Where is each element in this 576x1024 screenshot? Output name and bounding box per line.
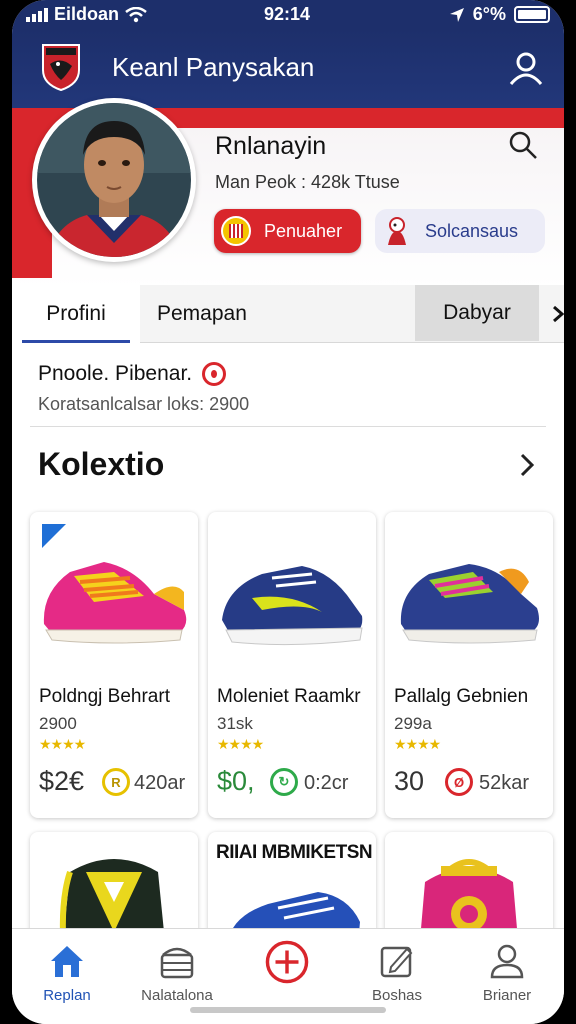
app-header: Keanl Panysakan <box>12 30 564 108</box>
product-name: Poldngj Behrart <box>39 686 170 707</box>
nav-label: Replan <box>43 987 91 1004</box>
nav-item-profile[interactable]: Brianer <box>452 929 562 1024</box>
location-icon <box>449 7 464 22</box>
tab-profile[interactable]: Profini <box>12 285 140 343</box>
club-pill-label: Solcansaus <box>425 220 519 241</box>
rating-stars: ★★★★ <box>217 736 264 752</box>
user-icon[interactable] <box>508 50 544 86</box>
product-name: Pallalg Gebnien <box>394 686 529 707</box>
product-sub: 2900 <box>39 714 77 733</box>
team-crest-icon <box>221 216 251 246</box>
player-photo <box>37 103 191 257</box>
team-pill-button[interactable]: Penuaher <box>214 209 361 253</box>
product-sub: 299a <box>394 714 432 733</box>
product-sub: 31sk <box>217 714 253 733</box>
status-bar: Eildoan 92:14 6°% <box>12 0 564 30</box>
product-name: Moleniet Raamkr <box>217 686 361 707</box>
info-title-text: Pnoole. Pibenar. <box>38 362 193 385</box>
status-right: 6°% <box>449 4 550 25</box>
nav-label: Brianer <box>482 987 532 1004</box>
battery-text: 6°% <box>472 4 506 24</box>
coin-icon: Ø <box>445 768 473 796</box>
product-price: 30 <box>394 766 425 796</box>
coin-icon: ↻ <box>270 768 298 796</box>
tab-bar: Profini Pemapan Dabyar <box>12 285 564 343</box>
avatar[interactable] <box>32 98 196 262</box>
wifi-icon <box>125 6 147 22</box>
search-icon[interactable] <box>508 130 538 160</box>
divider <box>30 426 546 427</box>
tab-pemapan[interactable]: Pemapan <box>157 285 247 343</box>
info-title: Pnoole. Pibenar. <box>38 362 227 386</box>
club-logo-icon <box>42 44 80 92</box>
alert-icon <box>202 362 227 386</box>
product-card[interactable]: Pallalg Gebnien 299a ★★★★ 30 Ø 52kar <box>385 512 553 818</box>
battery-icon <box>514 6 550 23</box>
navy-sneaker-image <box>222 566 363 646</box>
clock: 92:14 <box>264 4 311 24</box>
add-icon <box>265 940 309 984</box>
tab-dabyar[interactable]: Dabyar <box>415 285 539 341</box>
product-points: 0:2cr <box>304 772 349 794</box>
club-pill-button[interactable]: Solcansaus <box>375 209 545 253</box>
carrier-group: Eildoan <box>26 4 147 25</box>
carrier-name: Eildoan <box>54 4 120 24</box>
product-card[interactable]: Moleniet Raamkr 31sk ★★★★ $0, ↻ 0:2cr <box>208 512 376 818</box>
info-subtitle: Koratsanlcalsar loks: 2900 <box>38 394 250 414</box>
product-price: $2€ <box>39 766 85 796</box>
rating-stars: ★★★★ <box>394 736 441 752</box>
product-points: 52kar <box>479 772 530 794</box>
nav-label: Boshas <box>371 987 423 1004</box>
coin-icon: R <box>102 768 130 796</box>
pink-sneaker-image <box>43 562 187 644</box>
product-price: $0, <box>217 766 255 796</box>
signal-icon <box>26 7 48 22</box>
multicolor-sneaker-image <box>400 564 539 644</box>
product-card[interactable]: Poldngj Behrart 2900 ★★★★ $2€ R 420ar <box>30 512 198 818</box>
edit-icon <box>380 946 413 978</box>
rating-stars: ★★★★ <box>39 736 86 752</box>
team-pill-label: Penuaher <box>264 220 343 241</box>
collection-title: Kolextio <box>38 446 165 482</box>
phone-screen: Eildoan 92:14 6°% Keanl Panysakan Rnlana… <box>12 0 564 1024</box>
home-indicator[interactable] <box>190 1007 386 1013</box>
tab-overflow-icon[interactable] <box>552 285 564 343</box>
mascot-icon <box>388 217 406 245</box>
nav-item-home[interactable]: Replan <box>12 929 122 1024</box>
profile-meta: Man Peok : 428k Ttuse <box>215 172 400 192</box>
product-points: 420ar <box>134 772 186 794</box>
profile-name: Rnlanayin <box>215 132 327 160</box>
chevron-right-icon[interactable] <box>516 452 538 478</box>
app-title: Keanl Panysakan <box>112 52 315 82</box>
profile-icon <box>490 944 524 979</box>
store-icon <box>160 947 194 979</box>
home-icon <box>51 946 83 977</box>
nav-label: Nalatalona <box>141 987 213 1004</box>
